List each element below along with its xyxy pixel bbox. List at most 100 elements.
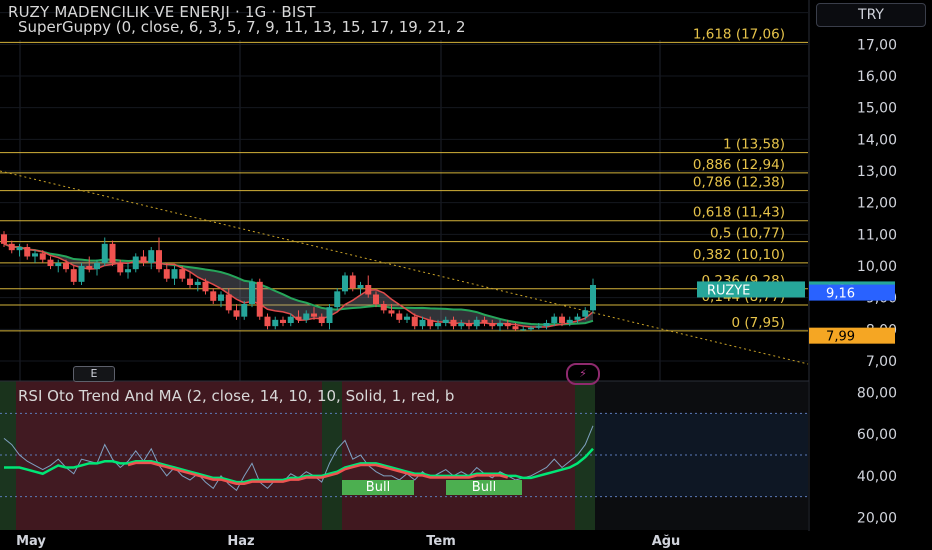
- candle-body: [63, 262, 69, 270]
- candle-body: [349, 275, 356, 289]
- candle-body: [233, 310, 240, 317]
- candle-body: [326, 307, 333, 323]
- candle-body: [357, 285, 364, 289]
- symbol-tag: RUZYE: [707, 283, 750, 298]
- candle-body: [295, 316, 302, 320]
- currency-button[interactable]: TRY: [816, 3, 926, 27]
- candle-body: [435, 323, 441, 327]
- price-tick: 14,00: [857, 132, 897, 148]
- candle-body: [566, 319, 573, 323]
- candle-body: [559, 316, 565, 323]
- candle-body: [419, 319, 426, 327]
- candle-body: [132, 256, 139, 270]
- rsi-tick: 60,00: [857, 427, 897, 443]
- time-tick: Ağu: [652, 534, 681, 549]
- candle-body: [582, 310, 589, 317]
- price-tick: 10,00: [857, 259, 897, 275]
- chart-stage: { "header": { "title": "RUZY MADENCILIK …: [0, 0, 932, 550]
- candle-body: [287, 316, 294, 323]
- candle-body: [535, 326, 542, 328]
- candle-body: [125, 269, 131, 273]
- candle-body: [396, 313, 403, 320]
- candle-body: [32, 253, 38, 257]
- candle-body: [70, 269, 77, 282]
- candlestick-series: [1, 231, 596, 331]
- candle-body: [39, 253, 46, 260]
- candle-body: [78, 266, 85, 282]
- fib-label: 0,382 (10,10): [693, 247, 785, 263]
- candle-body: [512, 326, 519, 330]
- candle-body: [109, 243, 116, 263]
- candle-body: [466, 323, 472, 327]
- time-axis-bg: [0, 531, 932, 550]
- candle-body: [318, 316, 325, 323]
- price-tick: 12,00: [857, 196, 897, 212]
- rsi-tick: 20,00: [857, 511, 897, 527]
- candle-body: [334, 291, 341, 308]
- fib-label: 0,618 (11,43): [693, 205, 785, 221]
- fibonacci-levels: 1,618 (17,06) 1 (13,58) 0,886 (12,94) 0,786…: [0, 26, 808, 332]
- candle-body: [411, 316, 418, 327]
- rsi-tick: 80,00: [857, 386, 897, 402]
- candle-body: [1, 234, 7, 244]
- candle-body: [520, 329, 527, 331]
- candle-body: [55, 262, 62, 266]
- candle-body: [94, 262, 100, 270]
- candle-body: [458, 323, 465, 327]
- candle-body: [427, 319, 434, 327]
- candle-body: [280, 319, 286, 323]
- candle-body: [450, 319, 457, 327]
- candle-body: [163, 269, 170, 279]
- candle-body: [264, 316, 271, 327]
- candle-body: [140, 256, 147, 263]
- price-tick: 7,00: [866, 354, 897, 370]
- fib-label: 1 (13,58): [723, 137, 785, 153]
- bull-label: Bull: [342, 480, 414, 495]
- rsi-trend-zone: [0, 381, 16, 530]
- candle-body: [241, 304, 248, 317]
- time-tick: Haz: [227, 534, 254, 549]
- fib-label: 0,886 (12,94): [693, 157, 785, 173]
- candle-body: [365, 285, 372, 295]
- price-tick: 13,00: [857, 164, 897, 180]
- bull-label: Bull: [446, 480, 522, 495]
- price-tick: 11,00: [857, 227, 897, 243]
- indicator-title: SuperGuppy (0, close, 6, 3, 5, 7, 9, 11,…: [18, 18, 466, 36]
- lightning-icon[interactable]: ⚡: [566, 363, 600, 385]
- candle-body: [489, 323, 496, 327]
- price-tag: 7,99: [826, 330, 855, 345]
- earnings-marker[interactable]: E: [73, 366, 115, 382]
- candle-body: [8, 243, 15, 251]
- price-chart[interactable]: 1,618 (17,06) 1 (13,58) 0,886 (12,94) 0,786…: [0, 0, 932, 550]
- time-tick: Tem: [426, 534, 456, 549]
- candle-body: [47, 259, 54, 266]
- candle-body: [481, 319, 488, 323]
- candle-body: [156, 250, 162, 270]
- candle-body: [404, 316, 410, 320]
- candle-body: [179, 269, 186, 279]
- candle-body: [574, 316, 581, 320]
- candle-body: [543, 323, 550, 327]
- fib-label: 0,786 (12,38): [693, 175, 785, 191]
- candle-body: [101, 243, 108, 263]
- price-tag: 9,16: [826, 287, 855, 302]
- candle-body: [528, 327, 534, 330]
- candle-body: [497, 323, 503, 327]
- candle-body: [504, 323, 511, 327]
- candle-body: [473, 319, 480, 327]
- candle-body: [16, 247, 23, 251]
- candle-body: [194, 281, 201, 285]
- price-tick: 15,00: [857, 101, 897, 117]
- candle-body: [187, 278, 193, 285]
- fib-label: 0 (7,95): [732, 315, 785, 331]
- candle-body: [272, 319, 279, 327]
- rsi-tick: 40,00: [857, 469, 897, 485]
- candle-body: [218, 294, 224, 301]
- price-tick: 16,00: [857, 69, 897, 85]
- candle-body: [590, 285, 596, 311]
- candle-body: [24, 247, 31, 257]
- fib-label: 0,5 (10,77): [710, 226, 785, 242]
- fib-label: 1,618 (17,06): [693, 26, 785, 42]
- candle-body: [249, 281, 255, 304]
- candle-body: [225, 294, 232, 311]
